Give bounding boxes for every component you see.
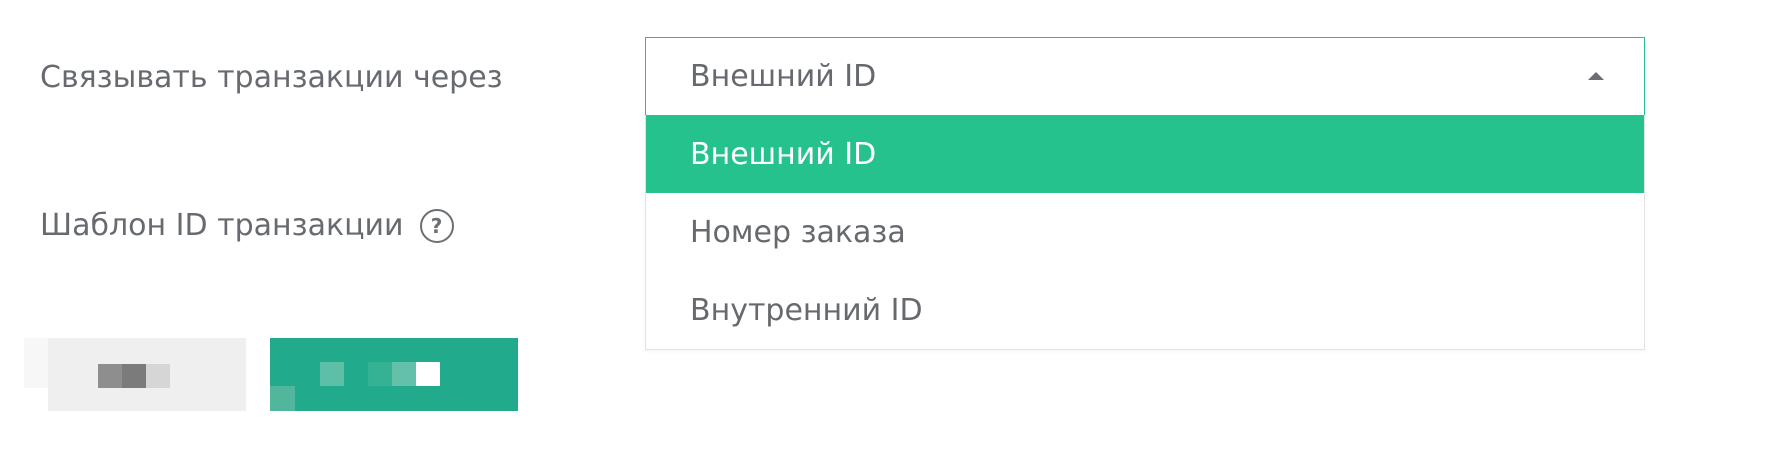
pixelation-artifact (24, 338, 48, 388)
obscured-label (98, 364, 170, 388)
link-transactions-label: Связывать транзакции через (40, 60, 503, 95)
select-current-value: Внешний ID (690, 59, 877, 94)
question-circle-icon[interactable]: ? (419, 209, 454, 243)
option-order-number[interactable]: Номер заказа (646, 193, 1644, 271)
option-internal-id[interactable]: Внутренний ID (646, 271, 1644, 349)
transaction-id-template-label-row: Шаблон ID транзакции ? (40, 206, 454, 246)
transaction-id-template-label: Шаблон ID транзакции (40, 208, 404, 243)
caret-up-icon[interactable] (1588, 72, 1604, 80)
select-dropdown-list: Внешний ID Номер заказа Внутренний ID (645, 115, 1645, 350)
obscured-label (320, 362, 440, 386)
secondary-button[interactable] (48, 338, 246, 411)
link-transactions-select[interactable]: Внешний ID (645, 37, 1645, 115)
pixelation-artifact (270, 386, 295, 411)
primary-button[interactable] (270, 338, 518, 411)
option-external-id[interactable]: Внешний ID (646, 115, 1644, 193)
